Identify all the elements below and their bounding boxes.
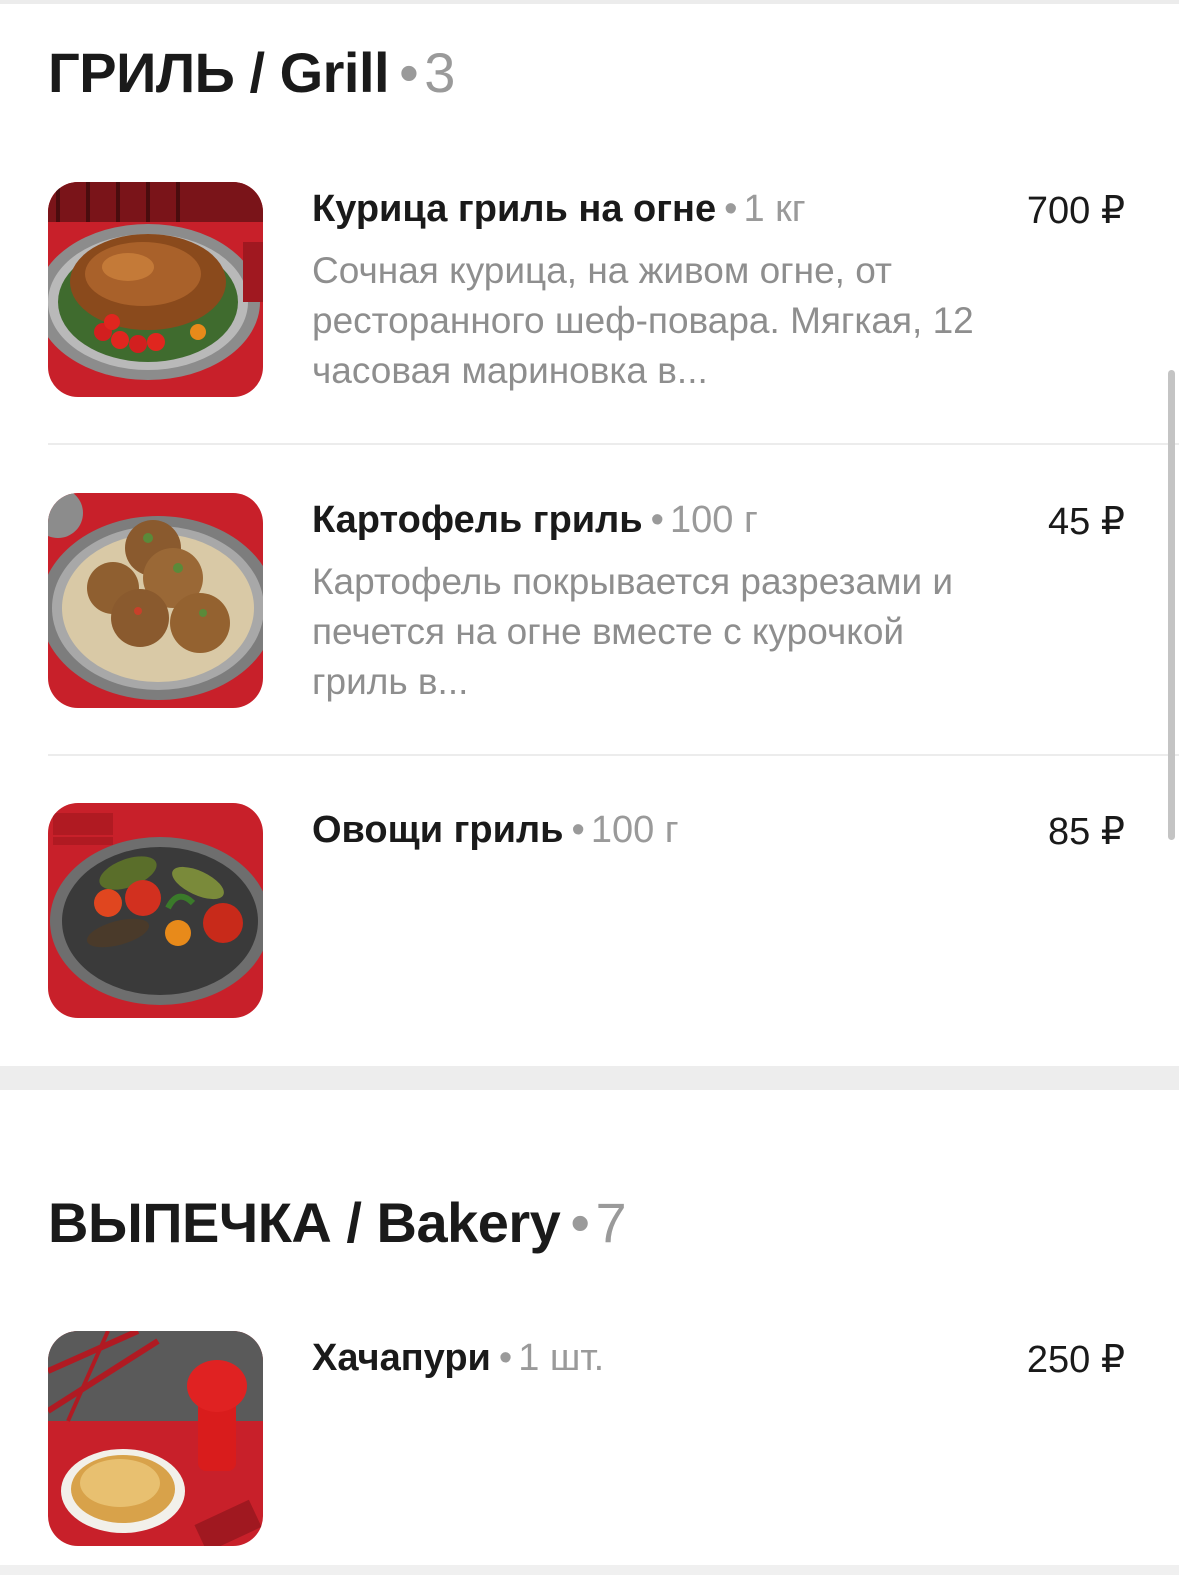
dish-title: Курица гриль на огне (312, 188, 717, 230)
menu-item-potatoes[interactable]: Картофель гриль • 100 г 45 ₽ Картофель пок… (0, 493, 1179, 753)
section-title-text: ГРИЛЬ / Grill (48, 41, 390, 104)
menu-page: ГРИЛЬ / Grill • 3 Курица гриль на огне •… (0, 0, 1179, 1575)
dish-weight: 1 кг (743, 188, 806, 230)
item-divider (48, 754, 1179, 756)
dish-price: 45 ₽ (1047, 501, 1125, 543)
separator-dot: • (650, 499, 664, 541)
item-divider (48, 443, 1179, 445)
bottom-border (0, 1565, 1179, 1575)
dish-weight: 100 г (669, 499, 758, 541)
menu-item-chicken[interactable]: Курица гриль на огне • 1 кг 700 ₽ Сочная к… (0, 182, 1179, 442)
dish-description: Сочная курица, на живом огне, от рестора… (312, 250, 974, 391)
dish-name[interactable]: Курица гриль на огне • 1 кг (312, 188, 806, 231)
dish-title: Хачапури (312, 1337, 491, 1379)
separator-dot: • (498, 1337, 513, 1379)
section-title-bakery: ВЫПЕЧКА / Bakery • 7 (48, 1190, 627, 1255)
separator-dot: • (724, 188, 738, 230)
menu-item-khachapuri[interactable]: Хачапури • 1 шт. 250 ₽ (0, 1331, 1179, 1561)
dish-description: Картофель покрывается разрезами и печетс… (312, 561, 954, 702)
top-border (0, 0, 1179, 4)
separator-dot: • (571, 809, 585, 851)
scrollbar[interactable] (1168, 370, 1175, 840)
section-title-text: ВЫПЕЧКА / Bakery (48, 1191, 561, 1254)
separator-dot: • (399, 41, 419, 104)
section-count: 7 (595, 1191, 627, 1254)
dish-title: Картофель гриль (312, 499, 643, 541)
dish-photo-khachapuri[interactable] (48, 1331, 263, 1546)
section-title-grill: ГРИЛЬ / Grill • 3 (48, 40, 455, 105)
dish-name[interactable]: Хачапури • 1 шт. (312, 1337, 604, 1380)
menu-item-vegetables[interactable]: Овощи гриль • 100 г 85 ₽ (0, 803, 1179, 1033)
dish-name[interactable]: Картофель гриль • 100 г (312, 499, 758, 542)
section-separator (0, 1066, 1179, 1090)
dish-photo-vegetables[interactable] (48, 803, 263, 1018)
dish-photo-potatoes[interactable] (48, 493, 263, 708)
dish-weight: 100 г (590, 809, 679, 851)
section-count: 3 (424, 41, 455, 104)
dish-price: 85 ₽ (1047, 811, 1125, 853)
dish-name[interactable]: Овощи гриль • 100 г (312, 809, 679, 852)
separator-dot: • (570, 1191, 590, 1254)
dish-title: Овощи гриль (312, 809, 564, 851)
dish-weight: 1 шт. (518, 1337, 605, 1379)
dish-photo-chicken[interactable] (48, 182, 263, 397)
dish-price: 700 ₽ (1026, 190, 1125, 232)
dish-price: 250 ₽ (1026, 1339, 1125, 1381)
